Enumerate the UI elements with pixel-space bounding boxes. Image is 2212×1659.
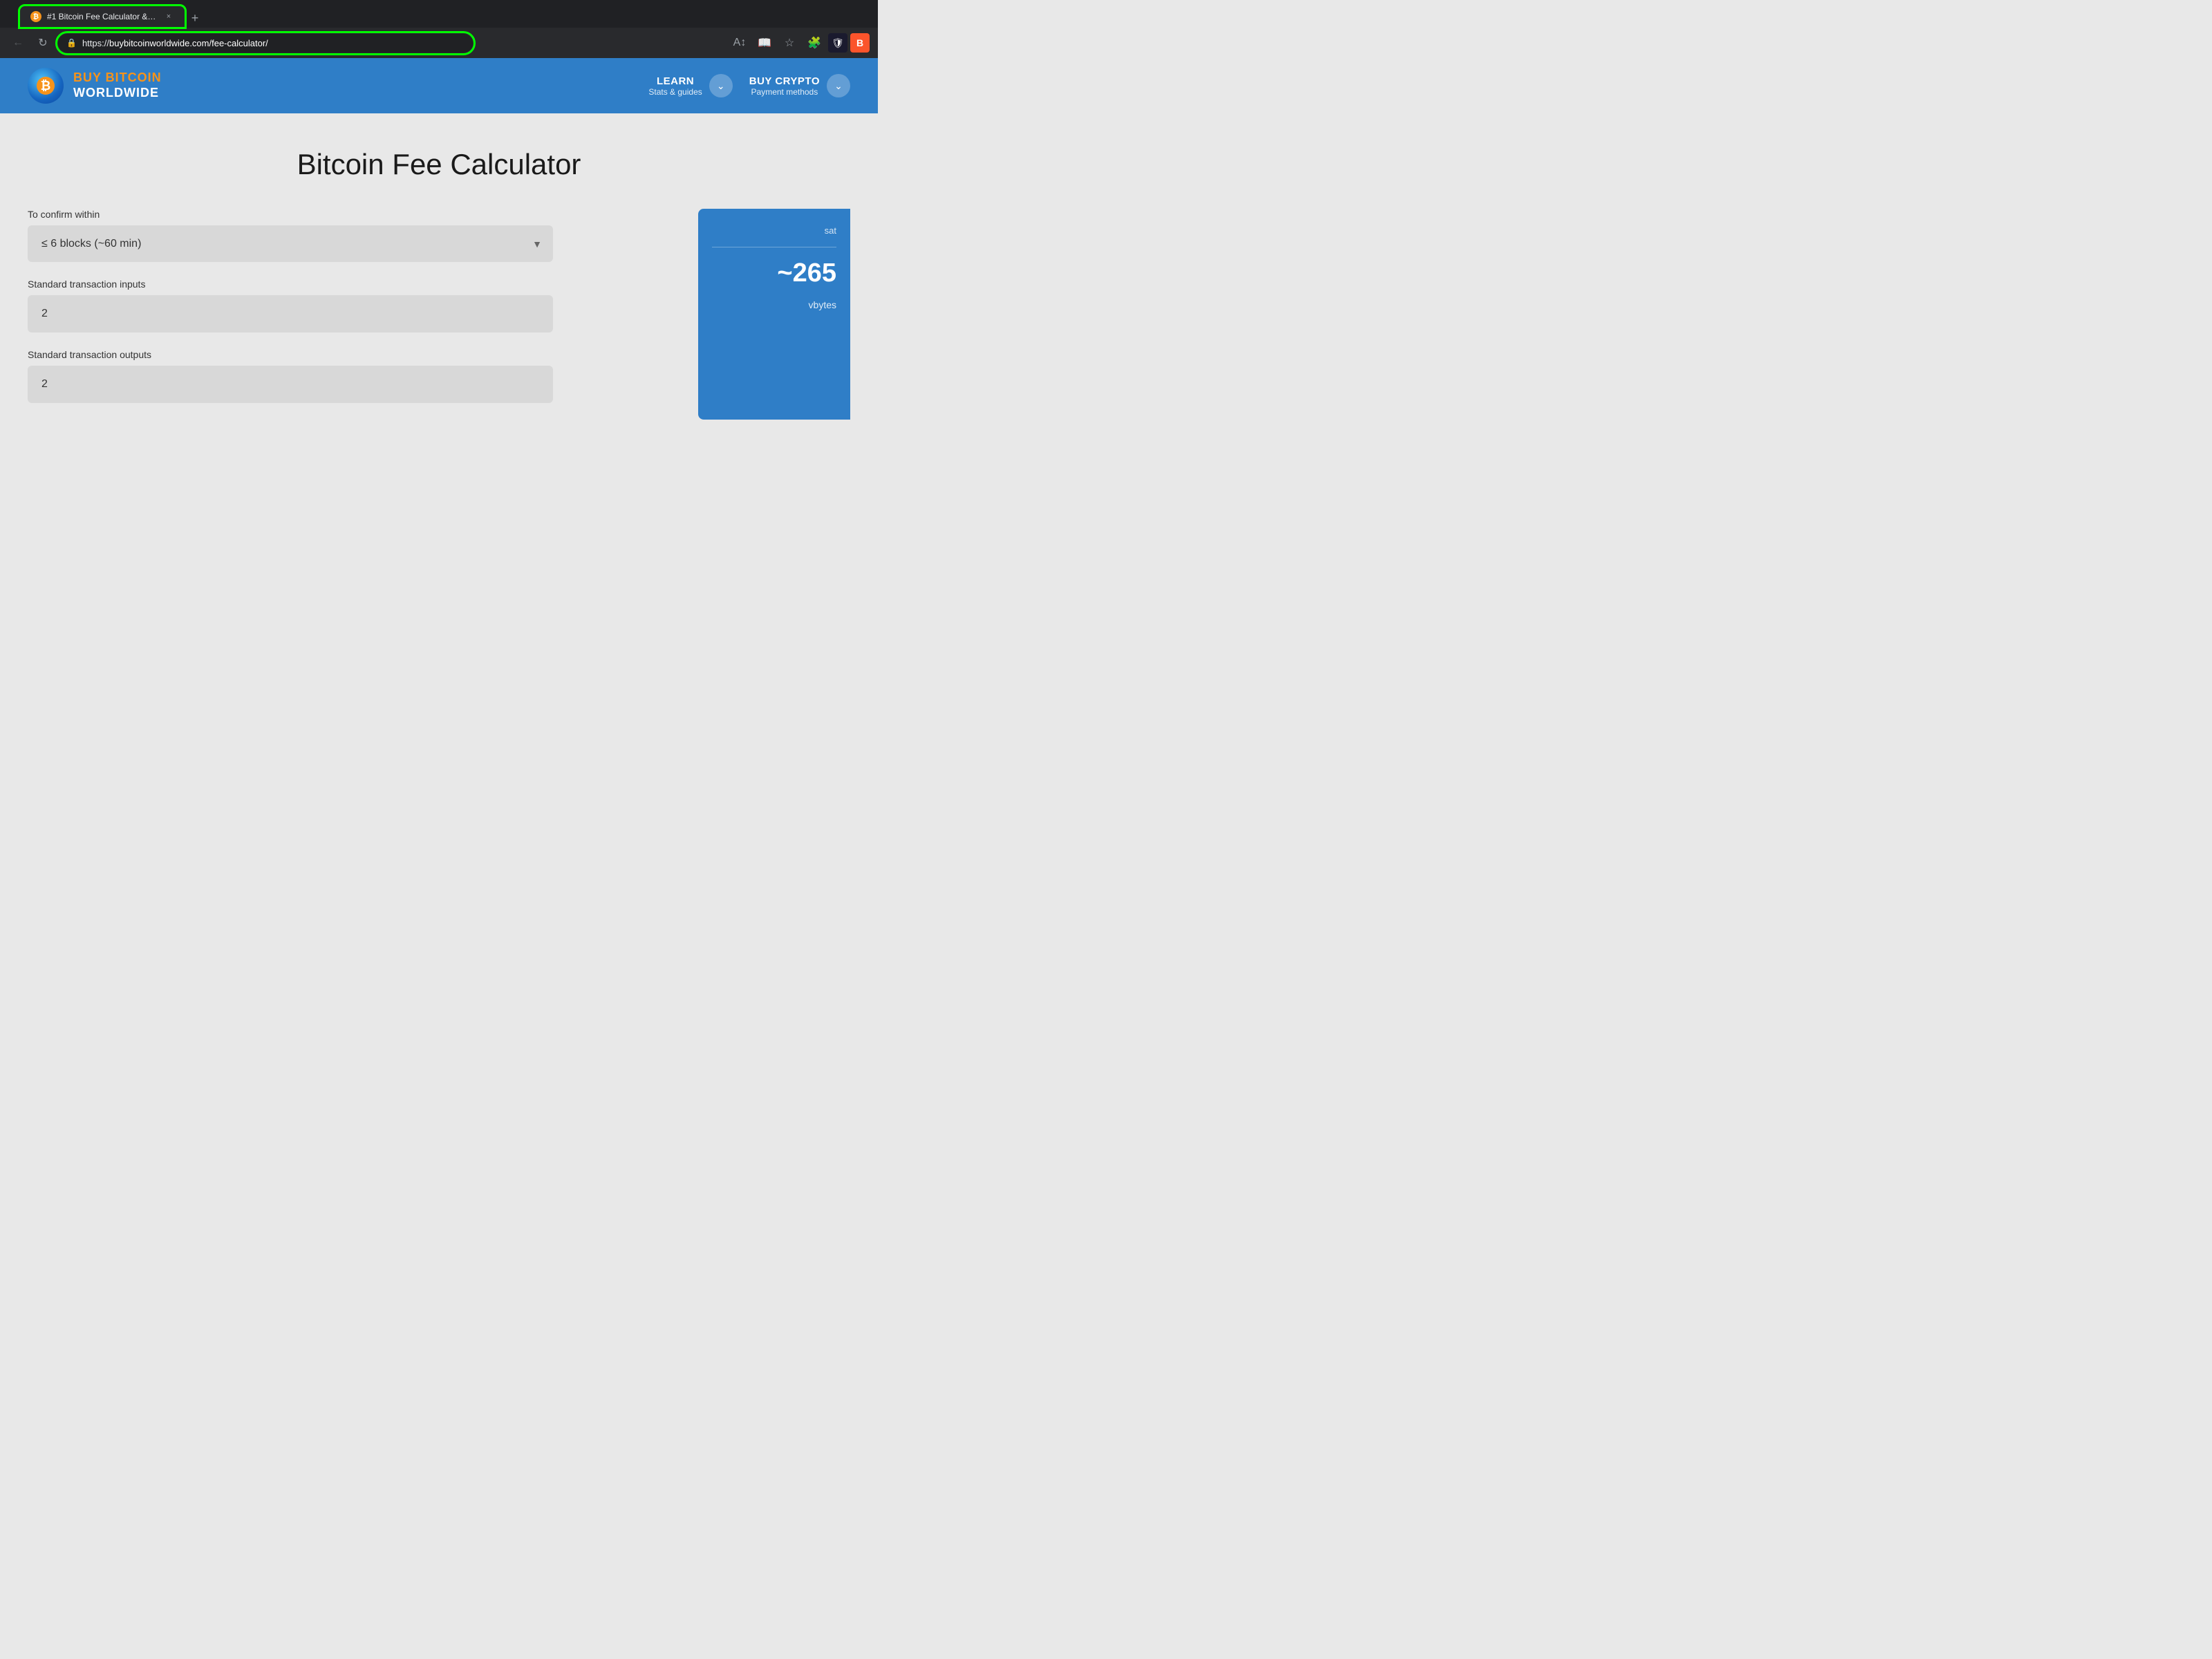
reading-mode-button[interactable]: 📖: [753, 32, 776, 54]
page-title: Bitcoin Fee Calculator: [28, 148, 850, 181]
browser-actions: A↕ 📖 ☆ 🧩 🛡 B: [729, 32, 870, 54]
buy-crypto-label: BUY CRYPTO: [749, 75, 820, 87]
tab-favicon: ₿: [30, 11, 41, 22]
confirm-field-group: To confirm within ≤ 6 blocks (~60 min) ≤…: [28, 209, 553, 262]
form-section: To confirm within ≤ 6 blocks (~60 min) ≤…: [28, 209, 553, 420]
tab-title: #1 Bitcoin Fee Calculator & Estin: [47, 12, 158, 21]
buy-crypto-nav-text: BUY CRYPTO Payment methods: [749, 75, 820, 97]
outputs-field[interactable]: [28, 366, 553, 403]
tab-area: ₿ #1 Bitcoin Fee Calculator & Estin × +: [19, 6, 870, 28]
address-text: https://buybitcoinworldwide.com/fee-calc…: [82, 38, 465, 48]
learn-dropdown-button[interactable]: ⌄: [709, 74, 733, 97]
brave-icon[interactable]: B: [850, 33, 870, 53]
tab-close-button[interactable]: ×: [163, 11, 174, 22]
confirm-select[interactable]: ≤ 6 blocks (~60 min) ≤ 1 block (~10 min)…: [28, 225, 553, 262]
logo-globe: ₿: [28, 68, 64, 104]
new-tab-button[interactable]: +: [185, 8, 205, 28]
browser-chrome: ₿ #1 Bitcoin Fee Calculator & Estin × + …: [0, 0, 878, 58]
result-unit-label: sat: [712, 225, 836, 236]
logo-text: BUY BITCOIN WORLDWIDE: [73, 71, 162, 100]
favorites-button[interactable]: ☆: [778, 32, 800, 54]
logo-bitcoin-symbol: ₿: [41, 79, 51, 93]
outputs-label: Standard transaction outputs: [28, 349, 553, 360]
text-options-button[interactable]: A↕: [729, 32, 751, 54]
inputs-field[interactable]: [28, 295, 553, 332]
address-bar-row: ← ↻ 🔒 https://buybitcoinworldwide.com/fe…: [0, 28, 878, 58]
active-tab[interactable]: ₿ #1 Bitcoin Fee Calculator & Estin ×: [19, 6, 185, 28]
result-vbytes-label: vbytes: [712, 299, 836, 310]
learn-sub: Stats & guides: [648, 87, 702, 97]
calculator-area: To confirm within ≤ 6 blocks (~60 min) ≤…: [28, 209, 850, 420]
nav-links: LEARN Stats & guides ⌄ BUY CRYPTO Paymen…: [648, 74, 850, 97]
learn-nav-text: LEARN Stats & guides: [648, 75, 702, 97]
site-header: ₿ BUY BITCOIN WORLDWIDE LEARN Stats & gu…: [0, 58, 878, 113]
reload-button[interactable]: ↻: [33, 33, 53, 53]
logo-area[interactable]: ₿ BUY BITCOIN WORLDWIDE: [28, 68, 162, 104]
lock-icon: 🔒: [66, 38, 77, 48]
tab-bar: ₿ #1 Bitcoin Fee Calculator & Estin × +: [0, 6, 878, 28]
learn-label: LEARN: [648, 75, 702, 87]
buy-crypto-nav-item[interactable]: BUY CRYPTO Payment methods ⌄: [749, 74, 850, 97]
main-content: Bitcoin Fee Calculator To confirm within…: [0, 113, 878, 528]
learn-nav-item[interactable]: LEARN Stats & guides ⌄: [648, 74, 732, 97]
logo-text-bottom: WORLDWIDE: [73, 86, 162, 101]
buy-crypto-sub: Payment methods: [749, 87, 820, 97]
outputs-field-group: Standard transaction outputs: [28, 349, 553, 403]
inputs-label: Standard transaction inputs: [28, 279, 553, 290]
logo-text-top: BUY BITCOIN: [73, 71, 162, 86]
address-bar[interactable]: 🔒 https://buybitcoinworldwide.com/fee-ca…: [58, 34, 473, 53]
confirm-select-wrapper: ≤ 6 blocks (~60 min) ≤ 1 block (~10 min)…: [28, 225, 553, 262]
result-vbytes-value: ~265: [712, 259, 836, 288]
confirm-label: To confirm within: [28, 209, 553, 220]
extensions-button[interactable]: 🧩: [803, 32, 825, 54]
shield-icon[interactable]: 🛡: [828, 33, 847, 53]
back-button[interactable]: ←: [8, 33, 28, 53]
result-panel: sat ~265 vbytes: [698, 209, 850, 420]
buy-crypto-dropdown-button[interactable]: ⌄: [827, 74, 850, 97]
inputs-field-group: Standard transaction inputs: [28, 279, 553, 332]
